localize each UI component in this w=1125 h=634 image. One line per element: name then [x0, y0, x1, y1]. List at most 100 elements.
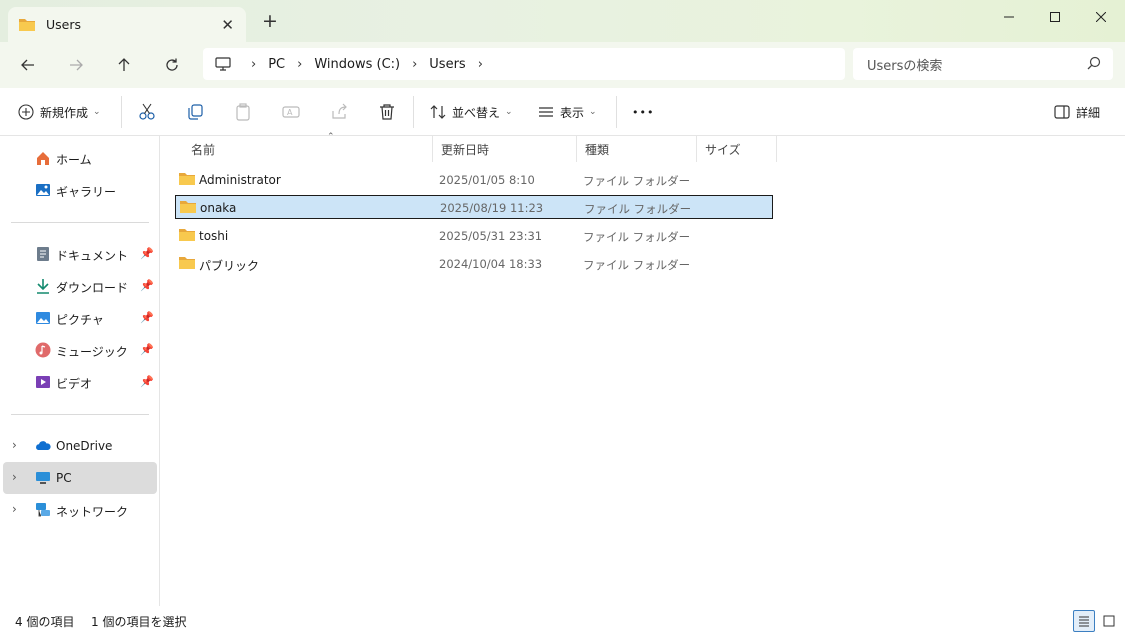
tab-users[interactable]: Users ✕ [8, 7, 246, 42]
delete-button[interactable] [378, 98, 396, 126]
copy-button[interactable] [186, 98, 204, 126]
file-name: Administrator [199, 173, 281, 187]
new-button-label: 新規作成 [40, 105, 89, 120]
view-button-label: 表示 [560, 105, 585, 120]
folder-icon [179, 229, 195, 241]
divider [121, 96, 122, 128]
sidebar-item-label: ビデオ [56, 377, 93, 391]
close-window-button[interactable] [1078, 5, 1124, 29]
share-button[interactable] [330, 98, 348, 126]
pin-icon[interactable]: 📌 [140, 375, 154, 388]
minimize-button[interactable] [986, 5, 1032, 29]
view-list-icon [539, 107, 553, 117]
details-view-icon [1079, 616, 1089, 627]
file-list: ⌃ 名前 更新日時 種類 サイズ Administrator 2025/01/0… [160, 132, 1125, 606]
divider [11, 222, 149, 223]
up-button[interactable] [108, 50, 140, 80]
column-header-label: 更新日時 [441, 142, 490, 157]
column-header-size[interactable]: サイズ [697, 136, 777, 162]
file-type: ファイル フォルダー [583, 174, 691, 188]
folder-icon [19, 19, 35, 31]
new-button[interactable]: 新規作成 ⌄ [18, 98, 101, 126]
chevron-right-icon[interactable]: › [12, 502, 17, 516]
file-name: toshi [199, 229, 229, 243]
details-pane-button[interactable]: 詳細 [1054, 98, 1100, 126]
breadcrumb-windows-c[interactable]: Windows (C:) [314, 57, 400, 72]
column-header-label: 種類 [585, 142, 610, 157]
paste-icon [236, 103, 250, 121]
sidebar-item-label: ピクチャ [56, 313, 104, 327]
pin-icon[interactable]: 📌 [140, 247, 154, 260]
arrow-up-icon [118, 58, 130, 71]
navigation-bar: › PC › Windows (C:) › Users › Usersの検索 [0, 42, 1125, 88]
file-name: onaka [200, 201, 237, 215]
sidebar-item-label: PC [56, 471, 72, 485]
status-bar: 4 個の項目 1 個の項目を選択 [0, 606, 1125, 634]
download-icon [37, 279, 49, 294]
chevron-right-icon[interactable]: › [478, 57, 483, 72]
close-icon [1096, 12, 1106, 22]
view-button[interactable]: 表示 ⌄ [538, 98, 597, 126]
more-icon: ••• [632, 105, 655, 119]
details-view-button[interactable] [1073, 610, 1095, 632]
refresh-icon [166, 58, 178, 71]
sidebar-item-onedrive[interactable]: › OneDrive [3, 430, 157, 462]
paste-button[interactable] [234, 98, 252, 126]
arrow-right-icon [70, 59, 83, 71]
file-type: ファイル フォルダー [584, 202, 692, 216]
sidebar-item-documents[interactable]: ドキュメント 📌 [3, 238, 157, 270]
file-date: 2025/08/19 11:23 [440, 201, 544, 215]
chevron-right-icon: › [251, 56, 257, 72]
sidebar-item-gallery[interactable]: ギャラリー [3, 174, 157, 206]
cut-icon [139, 103, 155, 120]
pin-icon[interactable]: 📌 [140, 311, 154, 324]
trash-icon [380, 104, 394, 120]
refresh-button[interactable] [156, 50, 188, 80]
forward-button[interactable] [60, 50, 92, 80]
sidebar-item-videos[interactable]: ビデオ 📌 [3, 366, 157, 398]
sidebar-item-pc[interactable]: › PC [3, 462, 157, 494]
file-row-selected[interactable]: onaka 2025/08/19 11:23 ファイル フォルダー [175, 195, 773, 219]
more-options-button[interactable]: ••• [632, 98, 654, 126]
new-tab-button[interactable]: + [262, 12, 278, 31]
maximize-button[interactable] [1032, 5, 1078, 29]
sidebar-item-label: ネットワーク [56, 505, 129, 519]
pc-icon [215, 56, 231, 71]
sidebar-item-label: ミュージック [56, 345, 128, 359]
pin-icon[interactable]: 📌 [140, 343, 154, 356]
video-icon [36, 376, 50, 388]
rename-button[interactable]: A [282, 98, 300, 126]
breadcrumb-users[interactable]: Users [429, 57, 465, 72]
large-icons-view-button[interactable] [1098, 610, 1120, 632]
column-header-type[interactable]: 種類 [577, 136, 697, 162]
chevron-right-icon[interactable]: › [12, 438, 17, 452]
file-date: 2024/10/04 18:33 [439, 257, 543, 271]
network-icon [36, 503, 50, 517]
sidebar-item-music[interactable]: ミュージック 📌 [3, 334, 157, 366]
sidebar-item-label: ホーム [56, 153, 92, 167]
sidebar-item-downloads[interactable]: ダウンロード 📌 [3, 270, 157, 302]
file-row[interactable]: パブリック 2024/10/04 18:33 ファイル フォルダー [175, 252, 773, 276]
file-row[interactable]: toshi 2025/05/31 23:31 ファイル フォルダー [175, 224, 773, 248]
back-button[interactable] [12, 50, 44, 80]
sidebar-item-home[interactable]: ホーム [3, 142, 157, 174]
selection-count: 1 個の項目を選択 [91, 615, 187, 629]
copy-icon [188, 104, 203, 120]
address-bar[interactable]: › PC › Windows (C:) › Users › [203, 48, 845, 80]
sidebar-item-network[interactable]: › ネットワーク [3, 494, 157, 526]
documents-icon [37, 247, 49, 261]
close-tab-icon[interactable]: ✕ [221, 16, 234, 34]
column-header-date[interactable]: 更新日時 [433, 136, 577, 162]
cut-button[interactable] [138, 98, 156, 126]
column-header-name[interactable]: ⌃ 名前 [183, 132, 433, 162]
pin-icon[interactable]: 📌 [140, 279, 154, 292]
sort-button[interactable]: 並べ替え ⌄ [430, 98, 513, 126]
chevron-right-icon[interactable]: › [12, 470, 17, 484]
sidebar-item-pictures[interactable]: ピクチャ 📌 [3, 302, 157, 334]
sort-ascending-icon: ⌃ [327, 132, 335, 142]
sort-button-label: 並べ替え [452, 105, 501, 120]
column-header-label: 名前 [191, 142, 216, 157]
breadcrumb-pc[interactable]: PC [268, 57, 285, 72]
file-row[interactable]: Administrator 2025/01/05 8:10 ファイル フォルダー [175, 168, 773, 192]
search-input[interactable]: Usersの検索 [853, 48, 1113, 80]
